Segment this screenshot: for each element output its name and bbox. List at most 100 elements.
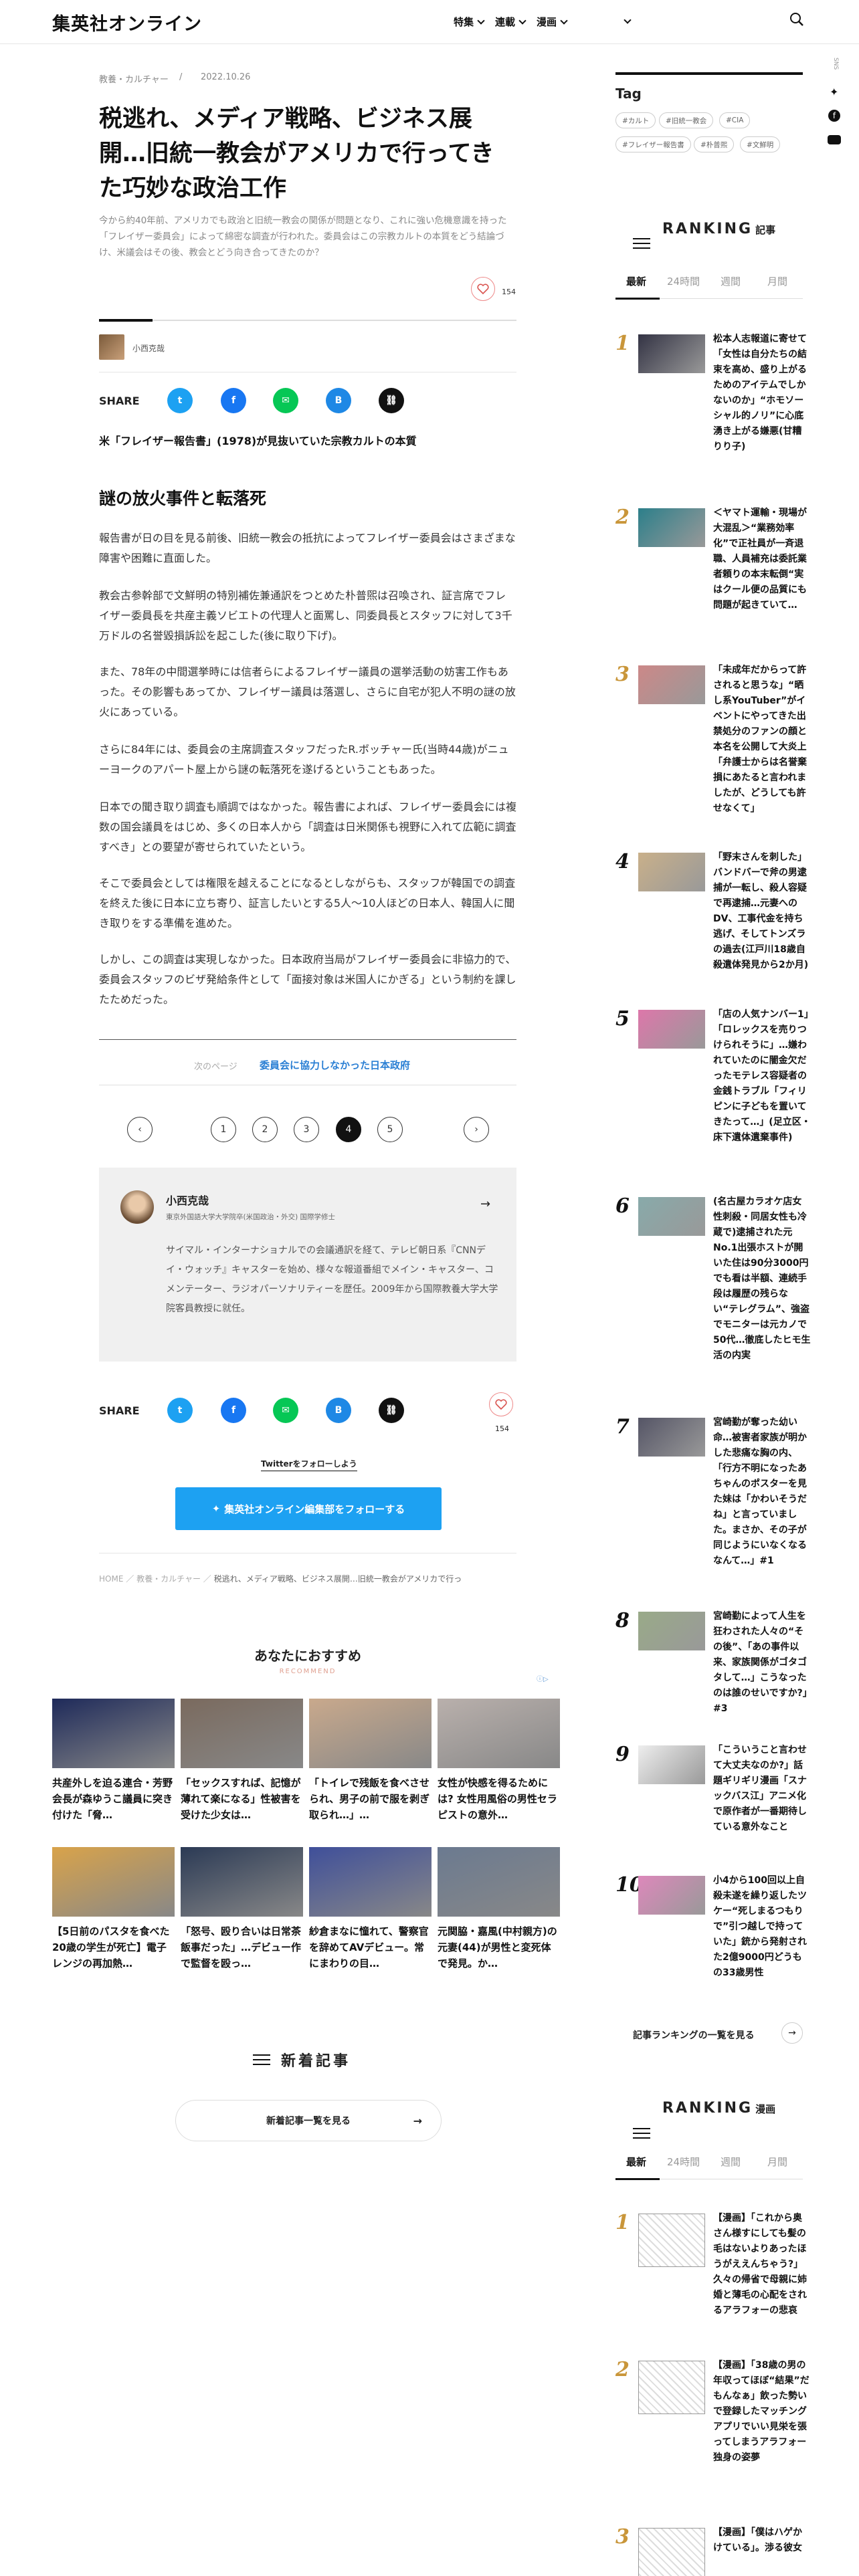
facebook-icon[interactable]: f [828, 110, 840, 122]
rank-title-link[interactable]: 小4から100回以上自殺未遂を繰り返したツケー“死しまるつもりで”引つ越しで持っ… [713, 1873, 811, 1981]
next-page-link[interactable]: 委員会に協力しなかった日本政府 [260, 1058, 410, 1072]
recommend-title-link[interactable]: 「セックスすれば、記憶が薄れて楽になる」性被害を受けた少女は… [181, 1775, 303, 1823]
tag-chip[interactable]: #フレイザー報告書 [615, 136, 691, 152]
rank-title-link[interactable]: 「野末さんを刺した」バンドバーで斧の男逮捕が一転し、殺人容疑で再逮捕…元妻へのD… [713, 850, 811, 973]
recommend-thumbnail[interactable] [438, 1699, 560, 1768]
arrow-right-icon[interactable]: → [781, 2022, 803, 2044]
breadcrumb-category[interactable]: 教養・カルチャー [136, 1574, 201, 1584]
rank-thumbnail[interactable] [638, 1197, 705, 1236]
site-logo[interactable]: 集英社オンライン [52, 9, 202, 35]
manga-title-link[interactable]: 【漫画】「僕はハゲかけている」。渉る彼女 [713, 2525, 811, 2556]
pagination-current[interactable]: 4 [336, 1117, 361, 1142]
copy-link-button[interactable]: ⛓ [379, 388, 404, 413]
tab-week[interactable]: 週間 [721, 274, 741, 288]
breadcrumb-home[interactable]: HOME [99, 1574, 123, 1584]
newest-list-button[interactable]: 新着記事一覧を見る → [175, 2100, 442, 2141]
pagination-page[interactable]: 1 [211, 1117, 236, 1142]
twitter-icon[interactable]: ✦ [830, 86, 838, 98]
bio-name[interactable]: 小西克哉 [166, 1192, 209, 1208]
like-button[interactable] [471, 277, 495, 301]
share-hatena-button[interactable]: B [326, 1398, 351, 1423]
copy-link-button[interactable]: ⛓ [379, 1398, 404, 1423]
article-category[interactable]: 教養・カルチャー [99, 72, 169, 85]
recommend-thumbnail[interactable] [181, 1847, 303, 1917]
tab-24h[interactable]: 24時間 [667, 2155, 700, 2169]
recommend-thumbnail[interactable] [309, 1847, 432, 1917]
share-hatena-button[interactable]: B [326, 388, 351, 413]
tab-week[interactable]: 週間 [721, 2155, 741, 2169]
nav-item-manga[interactable]: 漫画 [537, 15, 568, 29]
recommend-thumbnail[interactable] [438, 1847, 560, 1917]
twitter-follow-button[interactable]: ✦ 集英社オンライン編集部をフォローする [175, 1487, 442, 1530]
manga-thumbnail[interactable] [638, 2361, 705, 2414]
rank-thumbnail[interactable] [638, 1418, 705, 1457]
nav-item-feature[interactable]: 特集 [454, 15, 485, 29]
pagination-page[interactable]: 3 [294, 1117, 319, 1142]
tab-latest[interactable]: 最新 [626, 2155, 646, 2169]
tab-24h[interactable]: 24時間 [667, 274, 700, 288]
tag-chip[interactable]: #CIA [719, 112, 751, 128]
recommend-thumbnail[interactable] [52, 1847, 175, 1917]
pagination-page[interactable]: 5 [377, 1117, 403, 1142]
rank-title-link[interactable]: 宮崎勤によって人生を狂わされた人々の“その後”、「あの事件以来、家族関係がゴタゴ… [713, 1609, 811, 1717]
like-button[interactable] [489, 1392, 513, 1416]
share-twitter-button[interactable]: t [167, 388, 193, 413]
rank-thumbnail[interactable] [638, 508, 705, 547]
rank-title-link[interactable]: 「店の人気ナンバー1」「ロレックスを売りつけられそうに」…嫌われていたのに闇金欠… [713, 1007, 811, 1146]
arrow-right-icon[interactable]: → [480, 1197, 490, 1211]
share-line-button[interactable]: ✉ [273, 388, 298, 413]
recommend-title-link[interactable]: 紗倉まなに憧れて、警察官を辞めてAVデビュー。常にまわりの目… [309, 1923, 432, 1971]
nav-item-series[interactable]: 連載 [495, 15, 527, 29]
rank-number: 1 [615, 2211, 630, 2234]
rank-thumbnail[interactable] [638, 1876, 705, 1915]
author-avatar[interactable] [99, 334, 124, 360]
rank-thumbnail[interactable] [638, 1010, 705, 1049]
rank-thumbnail[interactable] [638, 853, 705, 891]
rank-number: 5 [615, 1007, 630, 1031]
recommend-title-link[interactable]: 女性が快感を得るためには? 女性用風俗の男性セラピストの意外… [438, 1775, 560, 1823]
author-name[interactable]: 小西克哉 [132, 342, 165, 354]
share-facebook-button[interactable]: f [221, 388, 246, 413]
manga-thumbnail[interactable] [638, 2528, 705, 2576]
share-twitter-button[interactable]: t [167, 1398, 193, 1423]
share-facebook-button[interactable]: f [221, 1398, 246, 1423]
pagination-next[interactable]: › [464, 1117, 489, 1142]
tag-chip[interactable]: #旧統一教会 [659, 112, 714, 128]
recommend-title-link[interactable]: 「トイレで残飯を食べさせられ、男子の前で服を剥ぎ取られ…」… [309, 1775, 432, 1823]
rank-thumbnail[interactable] [638, 1612, 705, 1650]
youtube-icon[interactable] [828, 135, 841, 144]
recommend-title-link[interactable]: 【5日前のパスタを食べた20歳の学生が死亡】電子レンジの再加熱… [52, 1923, 175, 1971]
rank-title-link[interactable]: 松本人志報道に寄せて「女性は自分たちの結束を高め、盛り上がるためのアイテムでしか… [713, 332, 811, 455]
rank-thumbnail[interactable] [638, 1745, 705, 1784]
manga-title-link[interactable]: 【漫画】「38歳の男の年収ってほぼ“結果”だもんなぁ」飲った勢いで登録したマッチ… [713, 2358, 811, 2466]
manga-title-link[interactable]: 【漫画】「これから奥さん様すにしても髪の毛はないよりあったほうがええんちゃう?」… [713, 2211, 811, 2319]
tab-latest[interactable]: 最新 [626, 274, 646, 288]
recommend-thumbnail[interactable] [181, 1699, 303, 1768]
pagination-page[interactable]: 2 [252, 1117, 278, 1142]
recommend-thumbnail[interactable] [309, 1699, 432, 1768]
recommend-title-link[interactable]: 「怒号、殴り合いは日常茶飯事だった」…デビュー作で監督を殴っ… [181, 1923, 303, 1971]
adchoices-icon[interactable]: ⓘ▷ [537, 1673, 557, 1683]
rank-title-link[interactable]: 宮崎勤が奪った幼い命…被害者家族が明かした悲痛な胸の内、「行方不明になったあちゃ… [713, 1415, 811, 1569]
tab-month[interactable]: 月間 [767, 274, 787, 288]
recommend-thumbnail[interactable] [52, 1699, 175, 1768]
pagination-prev[interactable]: ‹ [127, 1117, 153, 1142]
rank-title-link[interactable]: (名古屋カラオケ店女性刺殺・同居女性も冷蔵で)逮捕された元No.1出張ホストが開… [713, 1194, 811, 1364]
recommend-title-link[interactable]: 元関脇・嘉風(中村親方)の元妻(44)が男性と変死体で発見。か… [438, 1923, 560, 1971]
rank-thumbnail[interactable] [638, 665, 705, 704]
rank-title-link[interactable]: ＜ヤマト運輸・現場が大混乱＞“業務効率化”で正社員が一斉退職、人員補充は委託業者… [713, 506, 811, 613]
tag-chip[interactable]: #文鮮明 [740, 136, 781, 152]
ranking-more-link[interactable]: 記事ランキングの一覧を見る [633, 2028, 755, 2042]
share-line-button[interactable]: ✉ [273, 1398, 298, 1423]
rank-title-link[interactable]: 「未成年だからって許されると思うな」“晒し系YouTuber”がイベントにやって… [713, 663, 811, 817]
tag-chip[interactable]: #カルト [615, 112, 656, 128]
recommend-title-link[interactable]: 共産外しを迫る連合・芳野会長が森ゆうこ議員に突き付けた「脅… [52, 1775, 175, 1823]
manga-thumbnail[interactable] [638, 2214, 705, 2267]
rank-title-link[interactable]: 「こういうこと言わせて大丈夫なのか?」話題ギリギリ漫画「スナックバス江」アニメ化… [713, 1743, 811, 1835]
header-menu-toggle[interactable] [620, 15, 632, 27]
bio-text: サイマル・インターナショナルでの会議通訳を経て、テレビ朝日系『CNNデイ・ウォッ… [166, 1245, 498, 1314]
tag-chip[interactable]: #朴普煕 [694, 136, 735, 152]
tab-month[interactable]: 月間 [767, 2155, 787, 2169]
rank-thumbnail[interactable] [638, 334, 705, 373]
search-icon[interactable] [789, 12, 804, 27]
